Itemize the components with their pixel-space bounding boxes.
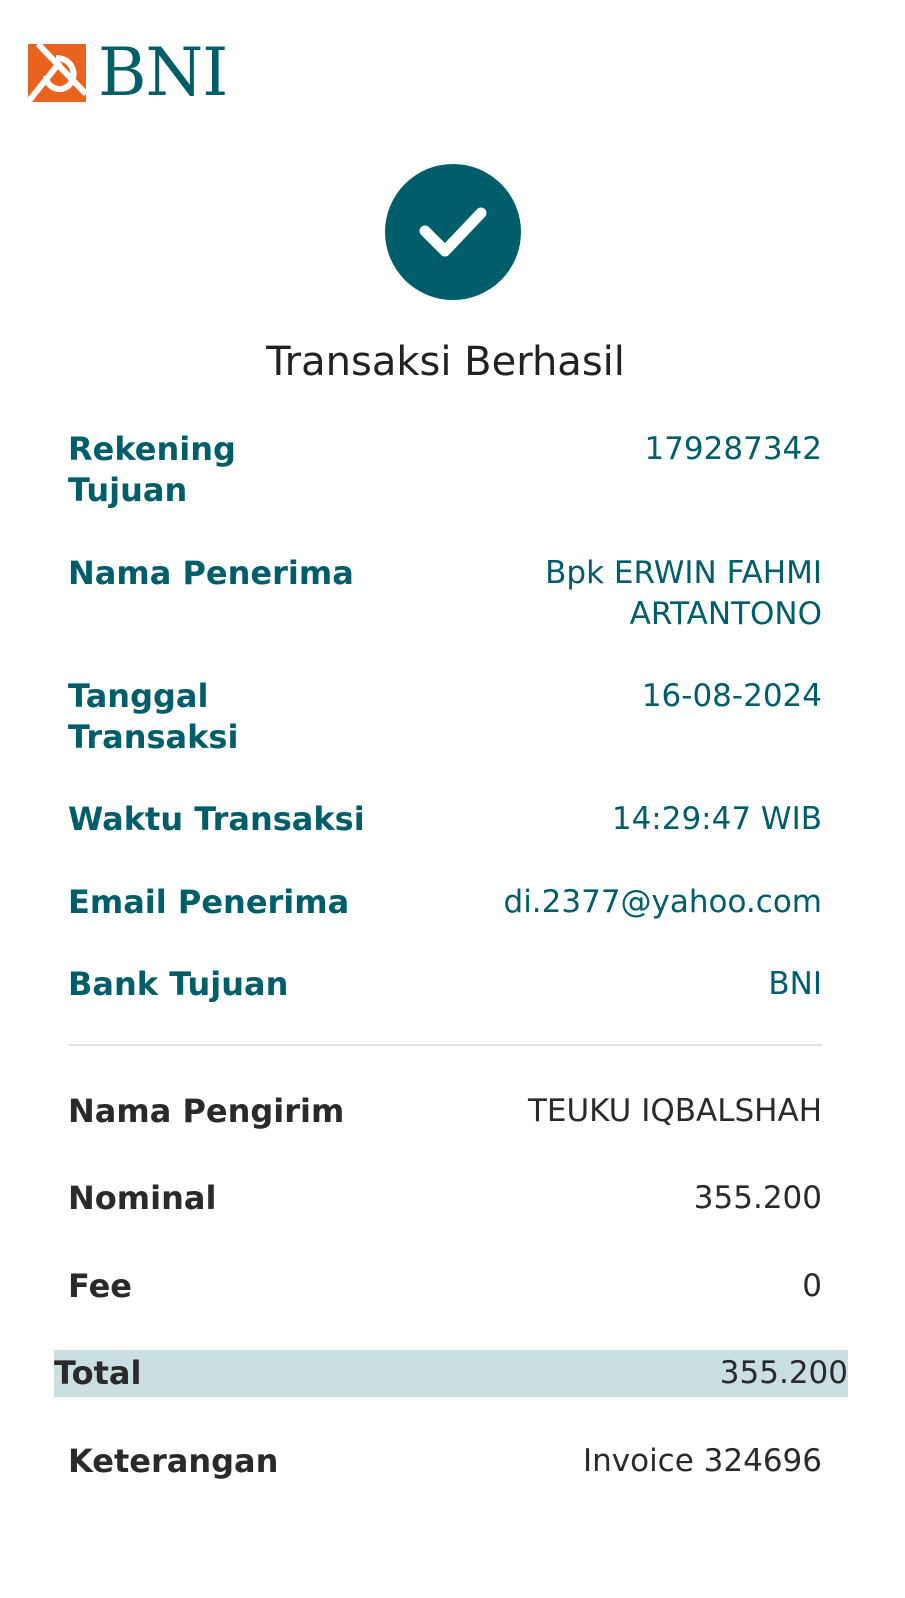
bni-logo-icon [28,44,86,102]
detail-value: BNI [768,966,822,1002]
detail-value: 16-08-2024 [641,678,822,714]
detail-row-fee: Fee 0 [68,1266,822,1307]
success-badge [385,164,521,300]
detail-value: 14:29:47 WIB [611,801,822,837]
detail-row-bank-tujuan: Bank Tujuan BNI [68,964,822,1005]
detail-label: Waktu Transaksi [68,800,365,838]
detail-value: Invoice 324696 [582,1443,822,1479]
status-title: Transaksi Berhasil [266,339,625,385]
detail-label: Tanggal Transaksi [68,677,239,756]
detail-value: 355.200 [693,1180,822,1216]
detail-row-tanggal-transaksi: Tanggal Transaksi 16-08-2024 [68,676,822,758]
detail-value: di.2377@yahoo.com [503,884,822,920]
detail-label: Nominal [68,1179,217,1217]
detail-row-email-penerima: Email Penerima di.2377@yahoo.com [68,882,822,923]
detail-label: Rekening Tujuan [68,430,236,509]
total-label: Total [54,1354,142,1392]
total-value: 355.200 [719,1355,848,1391]
detail-row-nama-penerima: Nama Penerima Bpk ERWIN FAHMI ARTANTONO [68,553,822,635]
detail-value: Bpk ERWIN FAHMI ARTANTONO [545,555,822,632]
detail-label: Fee [68,1267,132,1305]
detail-row-waktu-transaksi: Waktu Transaksi 14:29:47 WIB [68,799,822,840]
detail-value: 179287342 [644,431,822,467]
total-row: Total 355.200 [54,1350,848,1397]
bni-logo: BNI [28,34,228,111]
section-divider [68,1044,822,1046]
detail-label: Email Penerima [68,883,350,921]
detail-row-nama-pengirim: Nama Pengirim TEUKU IQBALSHAH [68,1091,822,1132]
check-icon [419,207,487,257]
bni-logo-text: BNI [98,34,228,111]
detail-label: Keterangan [68,1442,279,1480]
detail-label: Bank Tujuan [68,965,289,1003]
detail-row-rekening-tujuan: Rekening Tujuan 179287342 [68,429,822,511]
detail-value: TEUKU IQBALSHAH [527,1093,822,1129]
detail-row-keterangan: Keterangan Invoice 324696 [68,1441,822,1482]
detail-label: Nama Penerima [68,554,354,592]
detail-value: 0 [802,1268,822,1304]
detail-row-nominal: Nominal 355.200 [68,1178,822,1219]
detail-label: Nama Pengirim [68,1092,345,1130]
